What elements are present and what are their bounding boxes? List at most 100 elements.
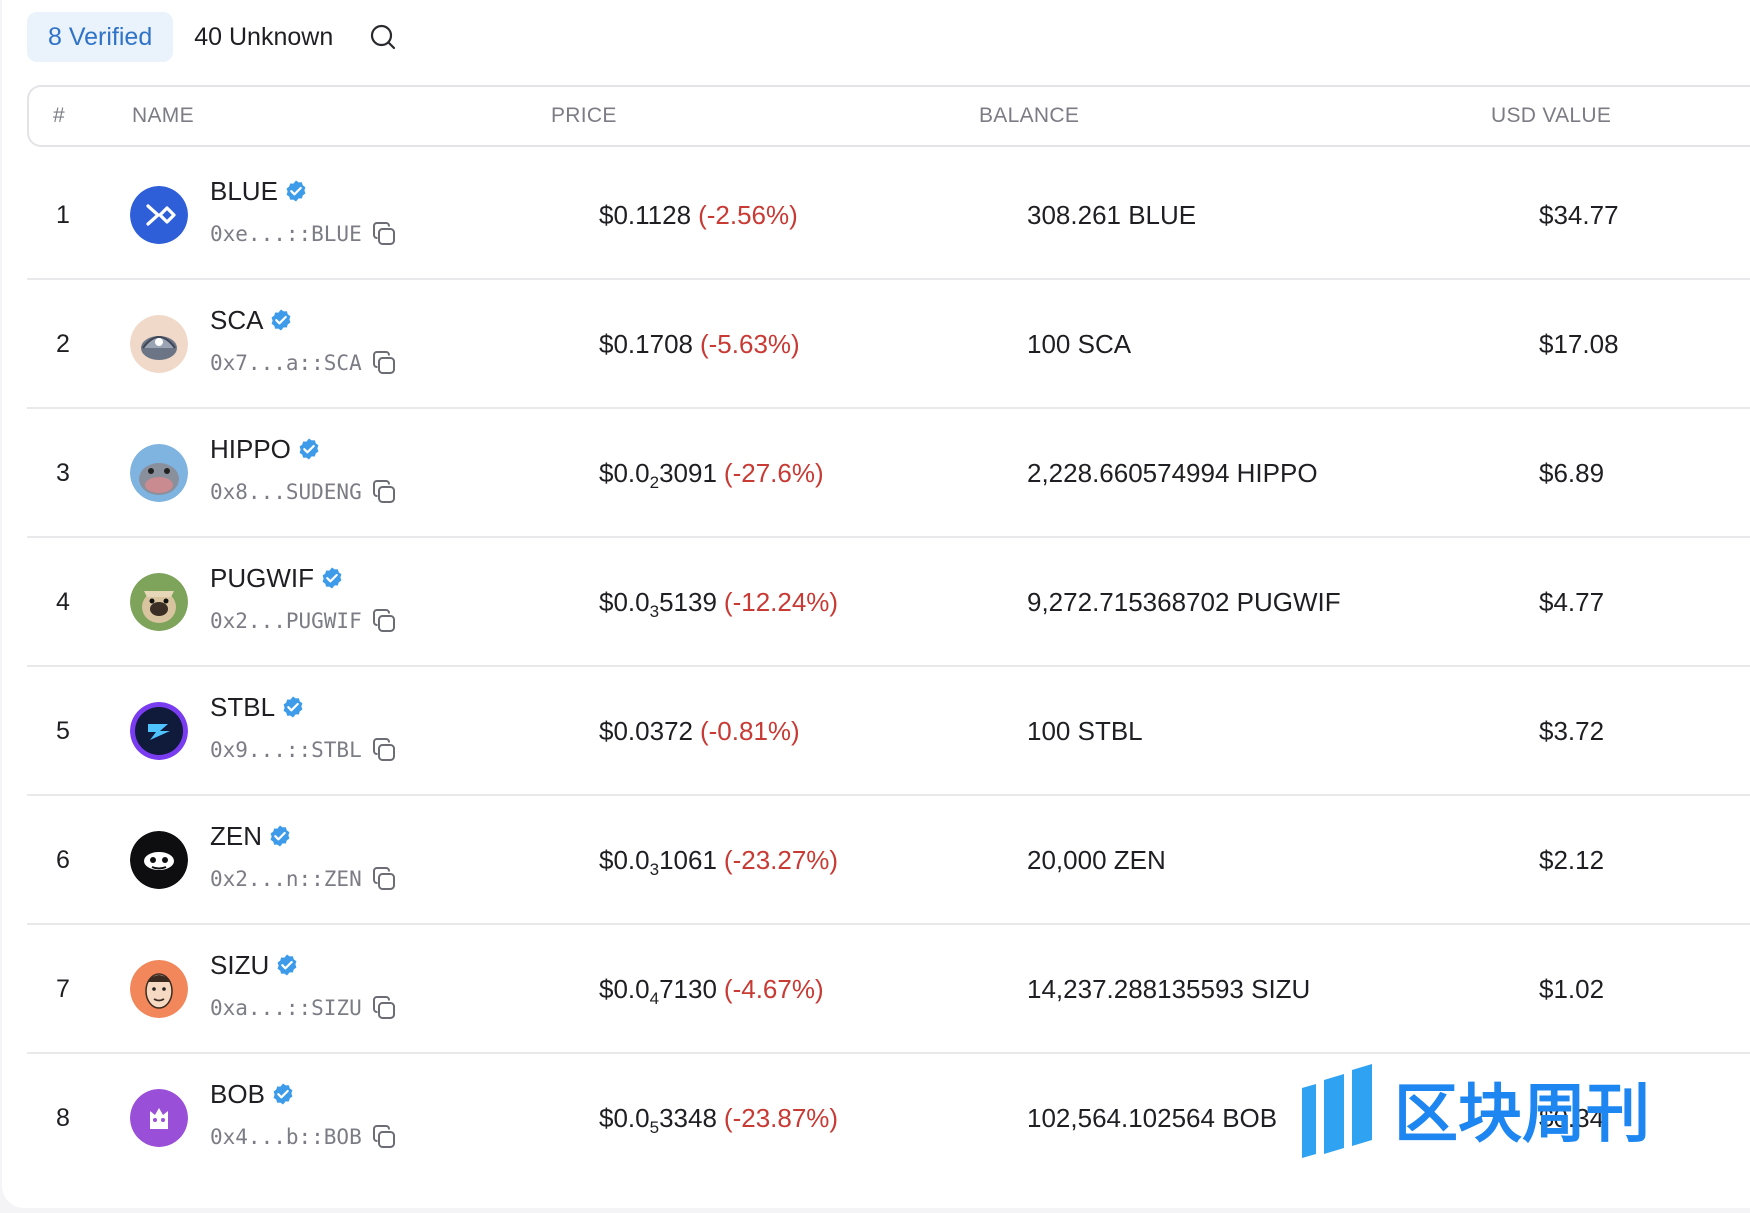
row-index: 3 [56,459,70,487]
token-symbol-text: ZEN [210,821,262,851]
token-price: $0.047130 (-4.67%) [599,925,824,1054]
copy-icon[interactable] [370,994,398,1022]
token-address-text: 0xe...::BLUE [210,222,362,246]
token-symbol: BLUE [210,173,308,209]
table-row[interactable]: 2 SCA 0x7...a::SCA $0.1708 (-5.63%) 100 S… [27,280,1750,409]
token-usd-value: $34.77 [1539,200,1619,230]
token-price: $0.1708 (-5.63%) [599,280,800,409]
token-symbol-text: PUGWIF [210,563,314,593]
token-avatar [130,1089,188,1147]
row-index: 6 [56,846,70,874]
copy-icon[interactable] [370,478,398,506]
verified-badge-icon [322,567,342,589]
token-symbol: SCA [210,302,293,338]
token-price: $0.023091 (-27.6%) [599,409,824,538]
token-usd-value: $3.72 [1539,716,1605,746]
verified-badge-icon [299,438,319,460]
token-address: 0xa...::SIZU [210,991,398,1025]
price-digits: 7130 [659,974,717,1004]
token-address-text: 0x7...a::SCA [210,351,362,375]
token-address-text: 0x2...n::ZEN [210,867,362,891]
token-price: $0.031061 (-23.27%) [599,796,838,925]
table-row[interactable]: 3 HIPPO 0x8...SUDENG $0.023091 (-27.6%) 2… [27,409,1750,538]
token-avatar [130,960,188,1018]
token-price: $0.053348 (-23.87%) [599,1054,838,1183]
row-index: 7 [56,975,70,1003]
token-address-text: 0xa...::SIZU [210,996,362,1020]
token-symbol-text: STBL [210,692,276,722]
copy-icon[interactable] [370,1123,398,1151]
tab-verified[interactable]: 8 Verified [27,12,174,62]
copy-icon[interactable] [370,220,398,248]
table-row[interactable]: 7 SIZU 0xa...::SIZU $0.047130 (-4.67%) 14… [27,925,1750,1054]
token-avatar [130,315,188,373]
token-address-text: 0x2...PUGWIF [210,609,362,633]
column-price[interactable]: PRICE [551,87,617,145]
price-zero-count: 5 [649,1118,660,1137]
token-symbol: BOB [210,1076,295,1112]
token-symbol-text: SIZU [210,950,270,980]
price-zero-count: 2 [649,473,660,492]
token-balance: 100 SCA [1027,329,1132,359]
tab-unknown[interactable]: 40 Unknown [173,12,349,62]
row-index: 1 [56,201,70,229]
token-address-text: 0x4...b::BOB [210,1125,362,1149]
copy-icon[interactable] [370,865,398,893]
column-name[interactable]: NAME [132,87,194,145]
verified-badge-icon [272,309,291,331]
token-avatar [130,702,188,760]
price-change: (-27.6%) [723,458,824,488]
token-balance: 20,000 ZEN [1027,845,1166,875]
price-zero-count: 3 [649,860,660,879]
table-row[interactable]: 1 BLUE 0xe...::BLUE $0.1128 (-2.56%) 308.… [27,151,1750,280]
copy-icon[interactable] [370,607,398,635]
price-zero-count: 3 [649,602,660,621]
price-value: $0.1128 [599,200,692,230]
token-balance: 2,228.660574994 HIPPO [1027,458,1318,488]
filter-tabs: 8 Verified 40 Unknown [27,12,405,62]
copy-icon[interactable] [370,349,398,377]
price-digits: 1061 [659,845,717,875]
price-digits: 3091 [659,458,717,488]
token-symbol-text: SCA [210,305,264,335]
price-change: (-12.24%) [723,587,839,617]
token-price: $0.035139 (-12.24%) [599,538,838,667]
token-price: $0.0372 (-0.81%) [599,667,800,796]
pugwif-token-icon [130,573,188,631]
portfolio-panel: 8 Verified 40 Unknown # NAME PRICE BALAN… [2,0,1750,1208]
column-index: # [53,104,65,127]
token-address-text: 0x8...SUDENG [210,480,362,504]
column-balance[interactable]: BALANCE [979,87,1079,145]
token-price: $0.1128 (-2.56%) [599,151,798,280]
hippo-token-icon [130,444,188,502]
token-address: 0x4...b::BOB [210,1120,398,1154]
verified-badge-icon [283,696,303,718]
price-value: $0.1708 [599,329,693,359]
column-usd-value[interactable]: USD VALUE [1491,87,1611,145]
token-symbol-text: BLUE [210,176,278,206]
row-index: 5 [56,717,70,745]
token-balance: 308.261 BLUE [1027,200,1197,230]
price-value: $0.0 [599,1103,650,1133]
token-usd-value: $0.34 [1539,1103,1605,1133]
row-index: 2 [56,330,70,358]
blue-token-icon [130,186,188,244]
token-symbol: STBL [210,689,305,725]
token-symbol: SIZU [210,947,299,983]
price-value: $0.0372 [599,716,693,746]
table-row[interactable]: 4 PUGWIF 0x2...PUGWIF $0.035139 (-12.24%)… [27,538,1750,667]
stbl-token-icon [130,702,188,760]
table-row[interactable]: 5 STBL 0x9...::STBL $0.0372 (-0.81%) 100 … [27,667,1750,796]
token-symbol-text: HIPPO [210,434,291,464]
sca-token-icon [130,315,188,373]
copy-icon[interactable] [370,736,398,764]
table-row[interactable]: 6 ZEN 0x2...n::ZEN $0.031061 (-23.27%) 20… [27,796,1750,925]
verified-badge-icon [273,1083,293,1105]
price-digits: 5139 [659,587,717,617]
price-change: (-23.27%) [723,845,839,875]
token-usd-value: $6.89 [1539,458,1605,488]
table-row[interactable]: 8 BOB 0x4...b::BOB $0.053348 (-23.87%) 10… [27,1054,1750,1183]
token-address: 0x2...n::ZEN [210,862,398,896]
search-button[interactable] [361,15,405,59]
sizu-token-icon [130,960,188,1018]
